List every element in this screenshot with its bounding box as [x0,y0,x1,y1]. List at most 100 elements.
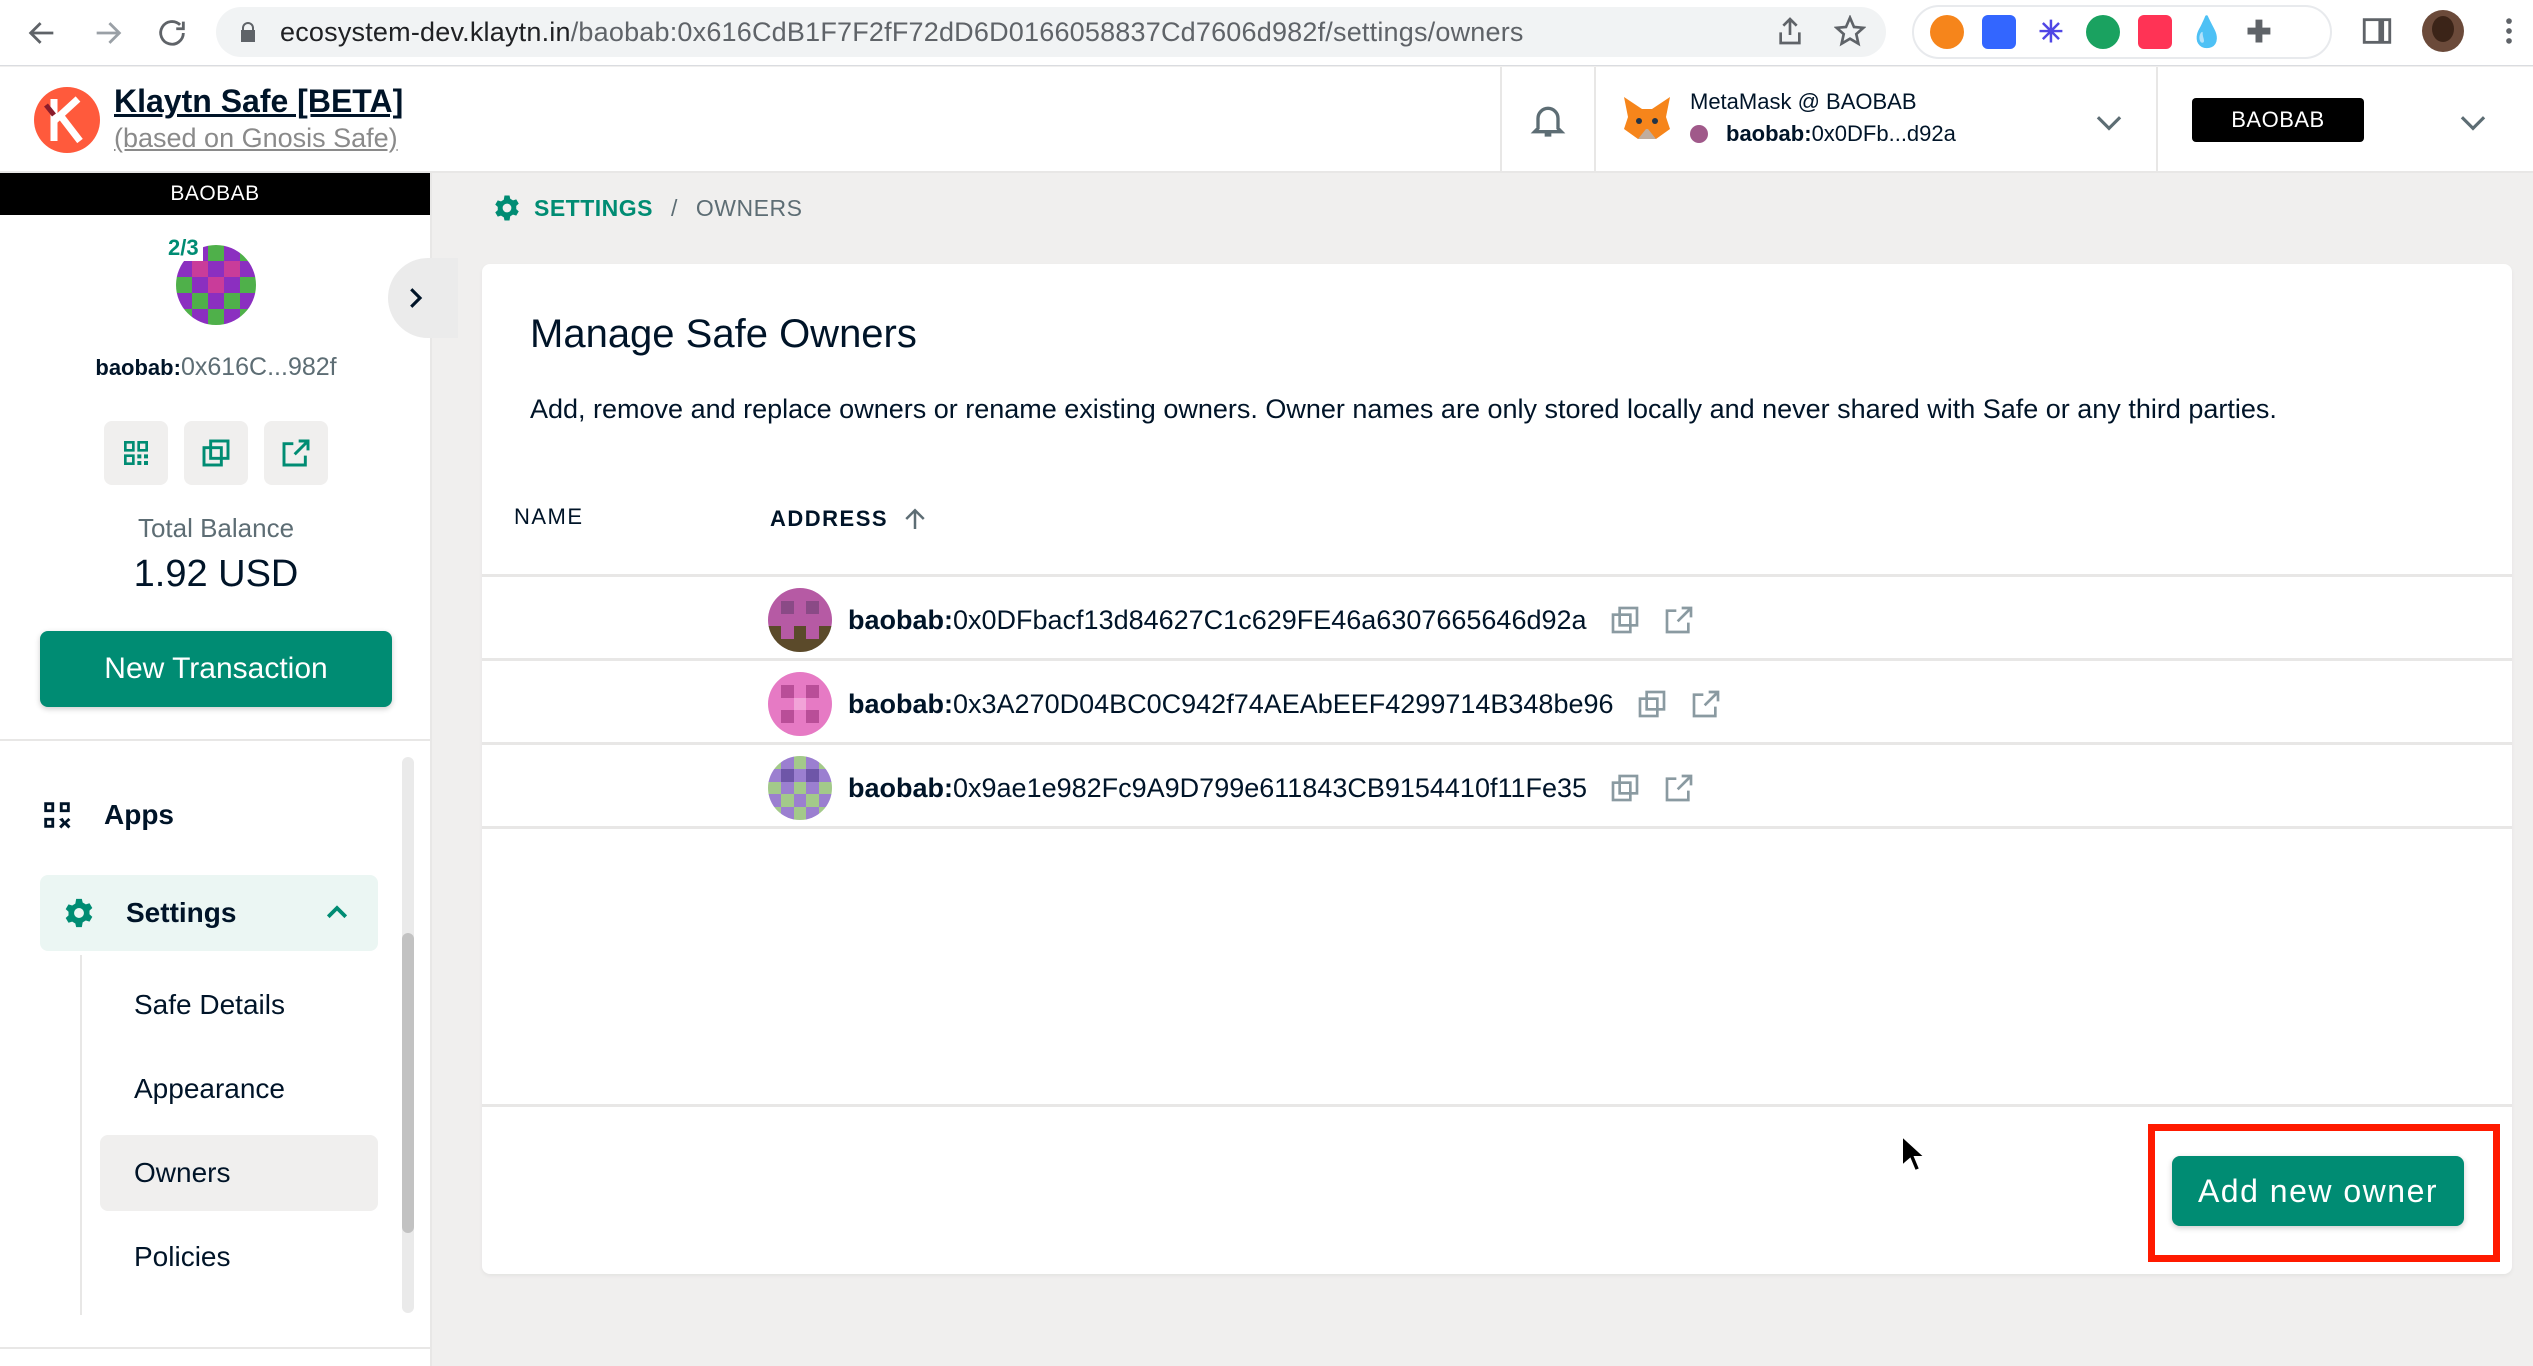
threshold-badge: 2/3 [164,235,203,261]
metamask-fox-icon [1624,97,1670,139]
back-arrow-icon[interactable] [22,13,62,53]
extension-icon[interactable] [2138,15,2172,49]
mouse-cursor-icon [1901,1134,1928,1173]
subnav-safe-details[interactable]: Safe Details [100,967,378,1043]
wallet-address-value: 0x0DFb...d92a [1811,121,1956,146]
more-menu-icon[interactable] [2492,14,2526,48]
wallet-prefix: baobab: [1726,121,1812,146]
sidebar: BAOBAB 2/3 baobab:0x616C...982f Total Ba… [0,173,458,1366]
network-badge[interactable]: BAOBAB [2192,98,2364,142]
sidebar-item-label: Apps [104,799,174,830]
owner-prefix: baobab: [848,604,953,635]
breadcrumb-owners: OWNERS [695,194,803,221]
breadcrumb-settings[interactable]: SETTINGS [534,195,653,222]
browser-toolbar: ecosystem-dev.klaytn.in/baobab:0x616CdB1… [0,0,2533,66]
copy-icon[interactable] [1609,604,1641,636]
column-header-address[interactable]: ADDRESS [770,504,930,534]
extension-icon[interactable] [1982,15,2016,49]
owner-address-value: 0x9ae1e982Fc9A9D799e611843CB9154410f11Fe… [953,772,1588,803]
klaytn-logo[interactable] [32,85,102,155]
extensions-bar: ✳ 💧 ✚ [1912,5,2332,59]
brand-title[interactable]: Klaytn Safe [BETA] [114,83,403,120]
qr-code-icon [124,441,148,465]
sidebar-scrollbar[interactable] [402,757,414,1313]
owner-address: baobab: 0x3A270D04BC0C942f74AEAbEEF429971… [848,688,1722,720]
external-link-icon[interactable] [1663,604,1695,636]
extension-icon[interactable] [2086,15,2120,49]
owner-address-value: 0x0DFbacf13d84627C1c629FE46a6307665646d9… [953,604,1587,635]
qr-code-button[interactable] [104,421,168,485]
add-new-owner-button[interactable]: Add new owner [2172,1156,2464,1226]
subnav-appearance[interactable]: Appearance [100,1051,378,1127]
sidebar-item-settings[interactable]: Settings [40,875,378,951]
metamask-extension-icon[interactable] [1930,15,1964,49]
subnav-policies[interactable]: Policies [100,1219,378,1295]
gear-icon [65,898,93,928]
share-icon[interactable] [1774,15,1806,47]
brand-subtitle-link[interactable]: (based on Gnosis Safe) [114,123,398,154]
droplet-extension-icon[interactable]: 💧 [2188,15,2226,49]
external-link-icon[interactable] [1690,688,1722,720]
sort-arrow-up-icon [905,508,925,529]
star-icon[interactable] [1834,15,1866,47]
column-header-name[interactable]: NAME [514,504,584,530]
url-host: ecosystem-dev.klaytn.in [280,16,571,47]
table-row: baobab: 0x3A270D04BC0C942f74AEAbEEF429971… [482,662,2512,746]
owner-avatar [768,588,832,652]
app-header: Klaytn Safe [BETA] (based on Gnosis Safe… [0,67,2533,173]
safe-address-value: 0x616C...982f [180,353,337,381]
table-row: baobab: 0x0DFbacf13d84627C1c629FE46a63076… [482,578,2512,662]
lock-icon [241,22,255,42]
breadcrumb-separator: / [671,194,678,221]
chevron-down-icon[interactable] [2454,103,2492,141]
apps-grid-icon [44,802,71,829]
subnav-owners[interactable]: Owners [100,1135,378,1211]
gear-icon [495,195,519,221]
sidebar-item-label: Settings [126,897,237,928]
chevron-right-icon [410,288,423,308]
puzzle-icon[interactable]: ✚ [2242,15,2276,49]
page-title: Manage Safe Owners [530,312,917,356]
url-path: /baobab:0x616CdB1F7F2fF72dD6D0166058837C… [570,16,1524,47]
owner-address: baobab: 0x9ae1e982Fc9A9D799e611843CB91544… [848,772,1695,804]
bell-icon[interactable] [1528,100,1568,140]
copy-icon[interactable] [1609,772,1641,804]
url-text: ecosystem-dev.klaytn.in/baobab:0x616CdB1… [280,17,1524,48]
owners-card: Manage Safe Owners Add, remove and repla… [482,264,2512,1274]
side-panel-icon[interactable] [2360,14,2394,48]
owner-address: baobab: 0x0DFbacf13d84627C1c629FE46a63076… [848,604,1695,636]
owner-avatar [768,672,832,736]
extension-icon[interactable]: ✳ [2034,15,2068,49]
wallet-avatar [1690,125,1708,143]
balance-label: Total Balance [137,513,295,543]
copy-address-button[interactable] [184,421,248,485]
table-row: baobab: 0x9ae1e982Fc9A9D799e611843CB91544… [482,746,2512,830]
copy-icon [202,439,230,467]
safe-prefix: baobab: [95,355,181,380]
reload-icon[interactable] [152,13,192,53]
network-band: BAOBAB [0,173,430,215]
chevron-up-icon [326,905,348,919]
external-link-icon[interactable] [1663,772,1695,804]
breadcrumb: SETTINGS / OWNERS [492,193,802,223]
explorer-link-button[interactable] [264,421,328,485]
user-profile-avatar[interactable] [2422,10,2464,52]
page-description: Add, remove and replace owners or rename… [530,394,2277,424]
owner-avatar [768,756,832,820]
wallet-name: MetaMask @ BAOBAB [1690,89,1917,114]
chevron-down-icon[interactable] [2090,103,2128,141]
scrollbar-thumb[interactable] [402,933,414,1233]
sidebar-item-apps[interactable]: Apps [40,785,380,845]
address-bar[interactable]: ecosystem-dev.klaytn.in/baobab:0x616CdB1… [216,7,1886,57]
owner-prefix: baobab: [848,772,953,803]
new-transaction-button[interactable]: New Transaction [40,631,392,707]
owner-address-value: 0x3A270D04BC0C942f74AEAbEEF4299714B348be… [953,688,1614,719]
external-link-icon [282,439,310,467]
wallet-address: baobab: 0x0DFb...d92a [1690,121,1956,147]
copy-icon[interactable] [1636,688,1668,720]
column-header-label: ADDRESS [770,506,889,531]
forward-arrow-icon[interactable] [88,13,128,53]
safe-address: baobab:0x616C...982f [0,353,432,382]
expand-sidebar-button[interactable] [388,258,458,338]
balance-value: 1.92 USD [133,553,299,595]
